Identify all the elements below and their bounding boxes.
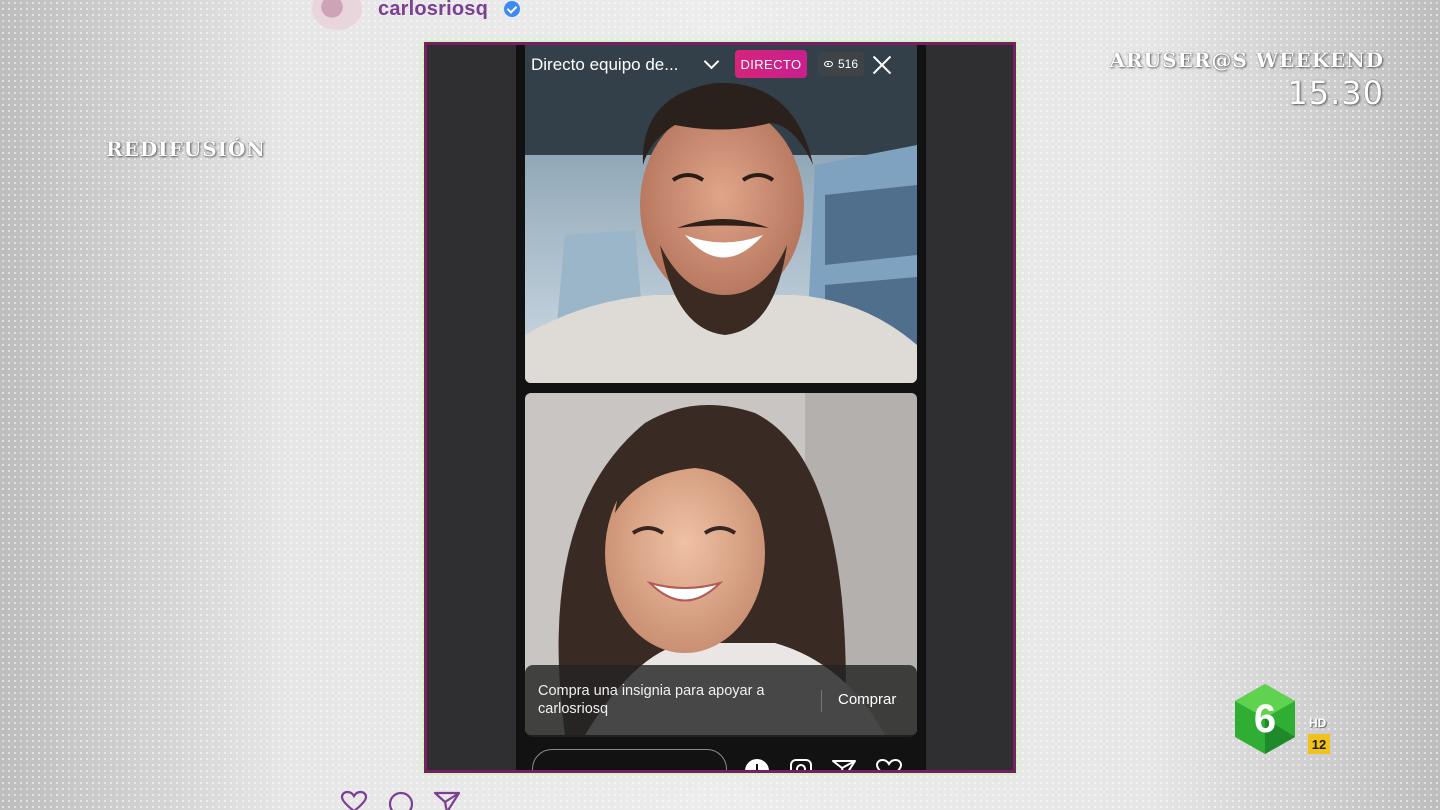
post-header: carlosriosq [312,0,521,30]
camera-icon[interactable] [790,759,812,770]
send-icon [433,791,461,810]
comment-icon [388,791,414,810]
buy-button[interactable]: Comprar [838,691,896,708]
comment-input[interactable] [532,749,727,770]
age-rating-badge: 12 [1308,734,1330,754]
close-icon[interactable] [870,53,894,77]
avatar[interactable] [312,0,362,30]
channel-logo: 6 [1235,684,1295,754]
eye-icon [824,61,833,67]
live-bottom-bar [516,745,926,773]
hd-label: HD [1309,716,1327,730]
live-title[interactable]: Directo equipo de... [531,55,678,75]
screenshot-frame: Directo equipo de... DIRECTO 516 Compra … [424,42,1016,773]
heart-icon[interactable] [876,759,902,773]
live-badge: DIRECTO [735,50,807,78]
live-top-bar: Directo equipo de... DIRECTO 516 [516,45,926,85]
verified-icon [504,1,521,17]
viewer-count: 516 [818,52,865,76]
heart-icon [340,790,368,810]
viewer-count-value: 516 [838,57,859,71]
badge-message: Compra una insignia para apoyar a carlos… [538,683,765,717]
badge-panel: Compra una insignia para apoyar a carlos… [525,665,917,737]
logo-number: 6 [1254,697,1276,741]
username[interactable]: carlosriosq [378,0,488,21]
live-stream-screen: Directo equipo de... DIRECTO 516 Compra … [516,45,926,773]
post-actions [340,790,461,810]
panel-divider [821,690,822,712]
add-icon[interactable] [745,759,769,770]
redifusion-label: REDIFUSIÓN [106,137,266,161]
send-icon[interactable] [832,759,856,773]
chevron-down-icon[interactable] [703,53,720,70]
host-video [525,45,917,383]
video-tile-host [525,45,917,383]
show-title: ARUSER@S WEEKEND [1109,48,1384,72]
show-time: 15.30 [1287,74,1384,112]
